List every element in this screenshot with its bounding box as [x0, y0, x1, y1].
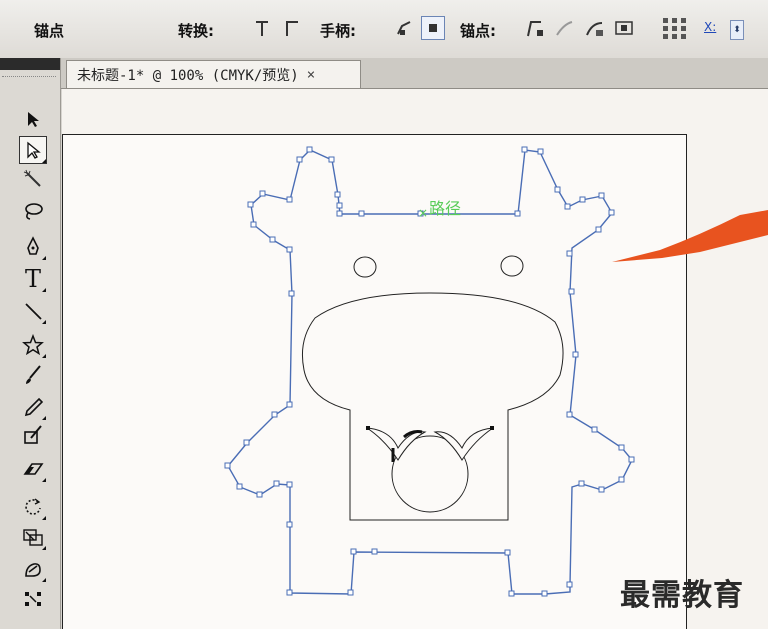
cow-face[interactable] [301, 292, 564, 521]
watermark: 最需教育 [620, 578, 744, 613]
path-label: 路径 [429, 199, 462, 218]
right-eye[interactable] [500, 255, 524, 277]
cow-artwork[interactable] [0, 0, 768, 629]
annotation-arrow [612, 210, 768, 262]
left-eye[interactable] [353, 256, 377, 278]
bow-right[interactable] [433, 427, 494, 461]
path-marker-icon: × [418, 206, 429, 220]
